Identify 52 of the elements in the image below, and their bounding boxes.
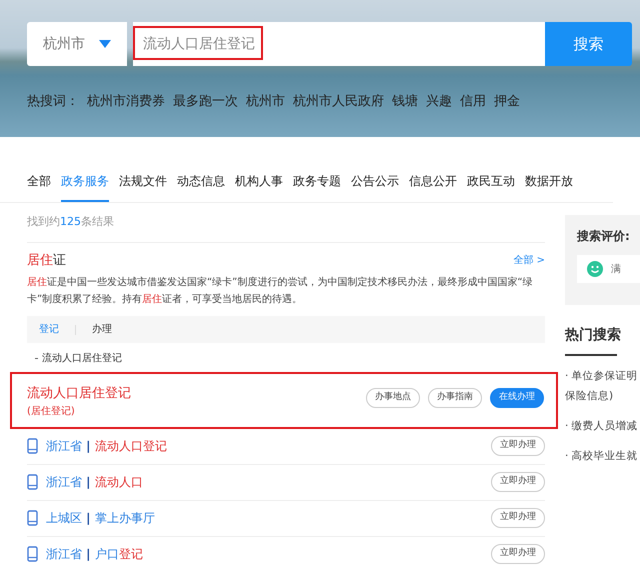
more-link[interactable]: 全部 > (513, 252, 545, 268)
search-field[interactable]: 流动人口居住登记 (133, 22, 545, 66)
category-tab[interactable]: 数据开放 (525, 152, 573, 202)
hot-word-link[interactable]: 杭州市人民政府 (293, 92, 384, 112)
phone-icon (27, 474, 38, 490)
result-title-link[interactable]: 浙江省 | 流动人口登记 (46, 437, 167, 455)
result-title-link[interactable]: 浙江省 | 流动人口 (46, 473, 143, 491)
category-tab[interactable]: 动态信息 (177, 152, 225, 202)
hot-word-link[interactable]: 最多跑一次 (173, 92, 238, 112)
action-button[interactable]: 办事地点 (366, 388, 420, 408)
rating-option[interactable]: 满 (577, 255, 640, 283)
category-tab[interactable]: 公告公示 (351, 152, 399, 202)
rating-title: 搜索评价: (577, 228, 631, 245)
result-subtitle: (居住登记) (27, 404, 76, 418)
category-tab[interactable]: 政务服务 (61, 152, 109, 202)
caret-icon (99, 40, 111, 48)
city-dropdown[interactable]: 杭州市 (27, 22, 127, 66)
phone-icon (27, 438, 38, 454)
category-tab[interactable]: 政务专题 (293, 152, 341, 202)
action-button[interactable]: 立即办理 (491, 472, 545, 492)
category-tab[interactable]: 机构人事 (235, 152, 283, 202)
subtab[interactable]: 办理 (92, 322, 112, 337)
result-title-link[interactable]: 浙江省 | 户口登记 (46, 545, 143, 563)
result-count: 找到约125条结果 (27, 214, 115, 230)
hot-word-link[interactable]: 杭州市消费券 (87, 92, 165, 112)
hot-search-link[interactable]: · 单位参保证明保险信息) (565, 366, 640, 406)
subtab[interactable]: 登记 (39, 322, 59, 337)
category-tab[interactable]: 政民互动 (467, 152, 515, 202)
category-tab[interactable]: 信息公开 (409, 152, 457, 202)
hot-word-link[interactable]: 信用 (460, 92, 486, 112)
hot-word-link[interactable]: 押金 (494, 92, 520, 112)
topic-title[interactable]: 居住证 (27, 250, 66, 270)
phone-icon (27, 510, 38, 526)
action-button[interactable]: 立即办理 (491, 436, 545, 456)
result-title-link[interactable]: 流动人口居住登记 (27, 384, 131, 404)
action-button[interactable]: 立即办理 (491, 544, 545, 564)
topic-description: 居住证是中国一些发达城市借鉴发达国家“绿卡”制度进行的尝试，为中国制定技术移民办法，最终形成中国国家“绿卡”制度积累了经验。持有居住证者，可享受当地居民的待遇。 (27, 276, 534, 307)
hot-word-link[interactable]: 杭州市 (246, 92, 285, 112)
hot-word-link[interactable]: 钱塘 (392, 92, 418, 112)
smiley-icon (587, 261, 603, 277)
hot-words-label: 热搜词： (27, 93, 79, 111)
hot-search-link[interactable]: · 缴费人员增减 (565, 416, 640, 436)
hot-search-link[interactable]: · 高校毕业生就 (565, 446, 640, 466)
action-button[interactable]: 在线办理 (490, 388, 544, 408)
category-tab[interactable]: 全部 (27, 152, 51, 202)
phone-icon (27, 546, 38, 562)
result-title-link[interactable]: 上城区 | 掌上办事厅 (46, 509, 155, 527)
action-button[interactable]: 办事指南 (428, 388, 482, 408)
subitem-link[interactable]: 流动人口居住登记 (42, 351, 122, 366)
hot-word-link[interactable]: 兴趣 (426, 92, 452, 112)
category-tab[interactable]: 法规文件 (119, 152, 167, 202)
action-button[interactable]: 立即办理 (491, 508, 545, 528)
